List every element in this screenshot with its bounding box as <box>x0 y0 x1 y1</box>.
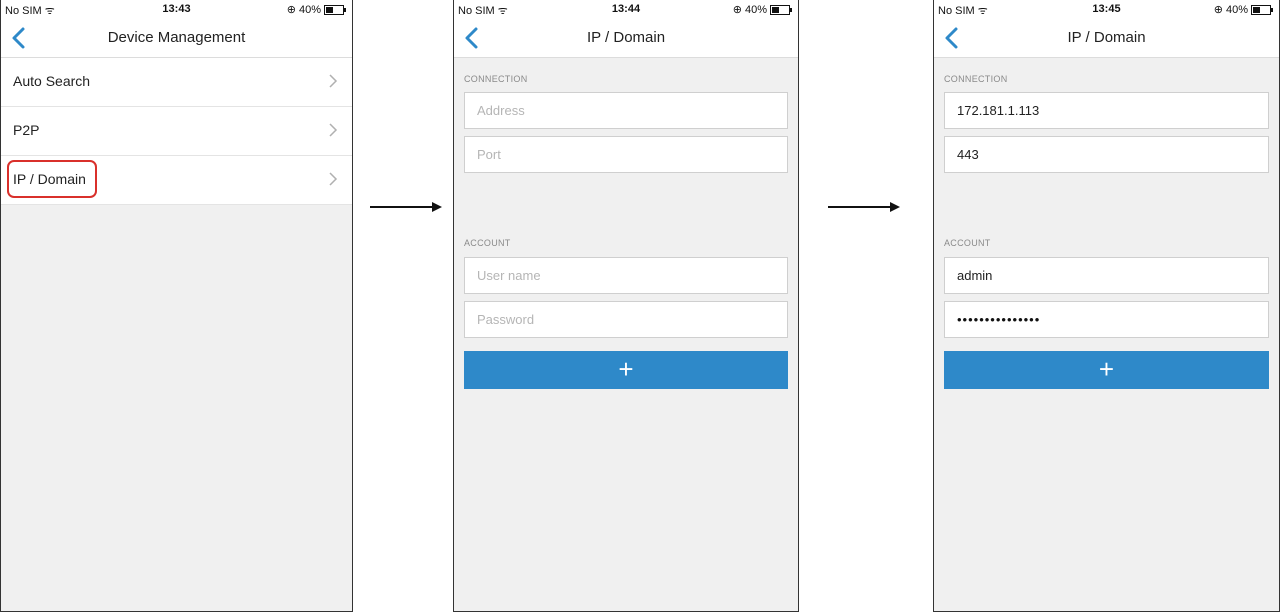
username-field[interactable] <box>944 257 1269 294</box>
account-section-label: ACCOUNT <box>464 238 511 248</box>
port-input[interactable] <box>945 137 1268 172</box>
password-field[interactable]: ••••••••••••••• <box>944 301 1269 338</box>
connection-section-label: CONNECTION <box>944 74 1008 84</box>
username-field[interactable] <box>464 257 788 294</box>
battery-percent: 40% <box>1225 3 1248 16</box>
menu-item-label: IP / Domain <box>13 171 86 187</box>
username-input[interactable] <box>945 258 1268 293</box>
nav-bar: Device Management <box>1 20 352 58</box>
password-masked-value[interactable]: ••••••••••••••• <box>957 312 1040 327</box>
account-section-label: ACCOUNT <box>944 238 991 248</box>
add-device-button[interactable]: + <box>944 351 1269 389</box>
status-bar: No SIM ᯤ 13:45 ⊕ 40% <box>934 0 1279 20</box>
rotation-lock-icon: ⊕ <box>286 4 296 16</box>
battery-percent: 40% <box>744 3 767 16</box>
username-input[interactable] <box>465 258 787 293</box>
battery-icon <box>1251 4 1273 15</box>
address-field[interactable] <box>944 92 1269 129</box>
battery-icon <box>770 4 792 15</box>
battery-status: ⊕ 40% <box>286 3 346 16</box>
chevron-right-icon <box>329 74 338 88</box>
page-title: IP / Domain <box>586 29 666 46</box>
screen-ip-domain-empty: No SIM ᯤ 13:44 ⊕ 40% IP / Domain CONNECT… <box>453 0 799 612</box>
port-input[interactable] <box>465 137 787 172</box>
address-input[interactable] <box>465 93 787 128</box>
menu-item-ip-domain[interactable]: IP / Domain <box>1 156 352 205</box>
status-bar: No SIM ᯤ 13:44 ⊕ 40% <box>454 0 798 20</box>
address-input[interactable] <box>945 93 1268 128</box>
port-field[interactable] <box>944 136 1269 173</box>
battery-status: ⊕ 40% <box>732 3 792 16</box>
menu-item-label: P2P <box>13 122 40 138</box>
chevron-right-icon <box>329 172 338 186</box>
nav-bar: IP / Domain <box>454 20 798 58</box>
menu-item-p2p[interactable]: P2P <box>1 107 352 156</box>
connection-section-label: CONNECTION <box>464 74 528 84</box>
page-title: IP / Domain <box>1067 29 1146 46</box>
flow-arrow <box>370 202 442 212</box>
nav-bar: IP / Domain <box>934 20 1279 58</box>
flow-arrow <box>828 202 900 212</box>
address-field[interactable] <box>464 92 788 129</box>
screen-ip-domain-filled: No SIM ᯤ 13:45 ⊕ 40% IP / Domain CONNECT… <box>933 0 1280 612</box>
chevron-right-icon <box>329 123 338 137</box>
battery-percent: 40% <box>298 3 321 16</box>
port-field[interactable] <box>464 136 788 173</box>
add-device-button[interactable]: + <box>464 351 788 389</box>
menu-item-label: Auto Search <box>13 73 91 89</box>
battery-icon <box>324 4 346 15</box>
password-input[interactable] <box>465 302 787 337</box>
menu-item-auto-search[interactable]: Auto Search <box>1 58 352 107</box>
page-title: Device Management <box>107 29 246 46</box>
battery-status: ⊕ 40% <box>1213 3 1273 16</box>
rotation-lock-icon: ⊕ <box>1213 4 1223 16</box>
rotation-lock-icon: ⊕ <box>732 4 742 16</box>
screen-device-management: No SIM ᯤ 13:43 ⊕ 40% Device Management A… <box>0 0 353 612</box>
password-field[interactable] <box>464 301 788 338</box>
status-bar: No SIM ᯤ 13:43 ⊕ 40% <box>1 0 352 20</box>
